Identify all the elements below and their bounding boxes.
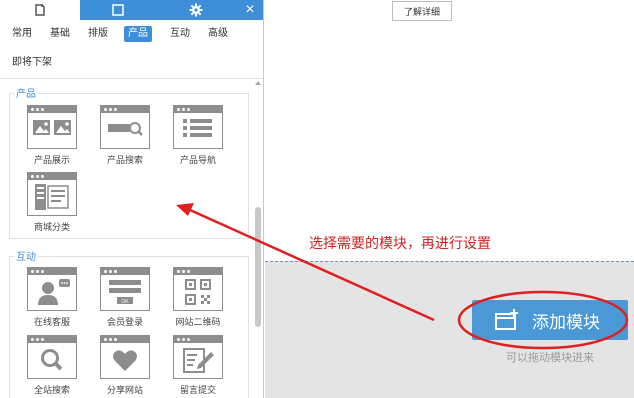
module-list: 产品 产品展示 产品搜索 产品导航 商城分类 互动 在线客服 OK 会员登录 网… [0, 78, 263, 398]
image-gallery-icon [33, 120, 71, 135]
module-label: 全站搜索 [33, 385, 70, 395]
add-module-label: 添加模块 [532, 312, 600, 332]
qr-code-icon [185, 279, 211, 305]
module-shop-category[interactable]: 商城分类 [22, 172, 82, 233]
gear-icon [189, 3, 203, 17]
module-online-service[interactable]: 在线客服 [22, 267, 82, 328]
module-label: 产品展示 [33, 155, 70, 165]
svg-text:OK: OK [121, 299, 129, 305]
category-icon [35, 184, 69, 210]
tab-modules[interactable] [0, 0, 80, 20]
module-site-search[interactable]: 全站搜索 [22, 335, 82, 396]
module-label: 产品导航 [179, 155, 216, 165]
module-tab-icon [35, 4, 45, 16]
module-product-nav[interactable]: 产品导航 [168, 105, 228, 166]
annotation-text: 选择需要的模块，再进行设置 [309, 235, 491, 251]
learn-more-button[interactable]: 了解详细 [392, 1, 452, 21]
module-product-search[interactable]: 产品搜索 [95, 105, 155, 166]
category-advanced[interactable]: 高级 [204, 26, 232, 42]
module-product-display[interactable]: 产品展示 [22, 105, 82, 166]
module-share-site[interactable]: 分享网站 [95, 335, 155, 396]
add-module-button[interactable]: 添加模块 [472, 300, 628, 340]
module-label: 分享网站 [106, 385, 143, 395]
close-icon[interactable]: × [236, 0, 263, 20]
panel-tab-bar: × [0, 0, 263, 20]
window-icon [112, 4, 124, 16]
customer-service-icon [38, 279, 70, 305]
category-basic[interactable]: 基础 [46, 26, 74, 42]
group-title-product: 产品 [14, 85, 38, 100]
magnifier-icon [41, 349, 63, 371]
category-interactive[interactable]: 互动 [166, 26, 194, 42]
category-deprecated[interactable]: 即将下架 [8, 55, 56, 71]
search-bar-icon [108, 122, 143, 136]
login-form-icon: OK [109, 280, 141, 305]
group-title-interactive: 互动 [14, 248, 38, 263]
category-layout[interactable]: 排版 [84, 26, 112, 42]
edit-icon [183, 348, 214, 373]
category-common[interactable]: 常用 [8, 26, 36, 42]
module-site-qrcode[interactable]: 网站二维码 [168, 267, 228, 328]
panel-scrollbar[interactable] [254, 79, 262, 398]
heart-icon [113, 350, 137, 371]
scroll-up-icon[interactable] [255, 81, 261, 85]
module-label: 留言提交 [179, 385, 216, 395]
category-product[interactable]: 产品 [124, 26, 152, 42]
list-nav-icon [183, 119, 212, 137]
scrollbar-thumb[interactable] [255, 207, 261, 327]
add-window-icon [495, 309, 518, 330]
drag-hint: 可以拖动模块进来 [506, 352, 594, 364]
module-label: 商城分类 [33, 222, 70, 232]
module-message-submit[interactable]: 留言提交 [168, 335, 228, 396]
module-panel: × 常用 基础 排版 产品 互动 高级 即将下架 产品 产品展示 产品搜索 产品… [0, 0, 264, 398]
tab-layout[interactable] [80, 0, 156, 20]
module-member-login[interactable]: OK 会员登录 [95, 267, 155, 328]
module-label: 在线客服 [33, 317, 70, 327]
module-label: 产品搜索 [106, 155, 143, 165]
module-label: 网站二维码 [175, 317, 221, 327]
tab-settings[interactable] [156, 0, 236, 20]
module-label: 会员登录 [106, 317, 143, 327]
